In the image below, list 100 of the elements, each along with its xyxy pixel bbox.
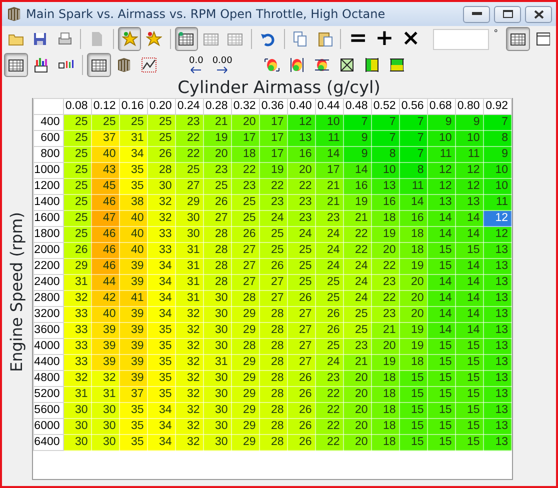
table-cell[interactable]: 27 xyxy=(259,274,288,290)
table-cell[interactable]: 43 xyxy=(91,162,120,178)
table-cell[interactable]: 25 xyxy=(63,194,92,210)
table-cell[interactable]: 9 xyxy=(455,114,484,130)
table-cell[interactable]: 12 xyxy=(483,210,512,226)
table-cell[interactable]: 25 xyxy=(259,226,288,242)
table-cell[interactable]: 38 xyxy=(119,194,148,210)
table-cell[interactable]: 15 xyxy=(455,402,484,418)
table-cell[interactable]: 22 xyxy=(231,162,260,178)
table-cell[interactable]: 22 xyxy=(371,290,400,306)
table-cell[interactable]: 13 xyxy=(483,290,512,306)
table-cell[interactable]: 26 xyxy=(287,434,316,450)
table-cell[interactable]: 30 xyxy=(203,402,232,418)
table-cell[interactable]: 21 xyxy=(343,354,372,370)
table-cell[interactable]: 12 xyxy=(483,226,512,242)
table-cell[interactable]: 22 xyxy=(175,130,204,146)
table-cell[interactable]: 25 xyxy=(63,226,92,242)
table-cell[interactable]: 19 xyxy=(371,354,400,370)
table-cell[interactable]: 30 xyxy=(91,418,120,434)
table-cell[interactable]: 30 xyxy=(63,418,92,434)
table-cell[interactable]: 29 xyxy=(231,354,260,370)
table-cell[interactable]: 27 xyxy=(287,322,316,338)
table-cell[interactable]: 23 xyxy=(203,162,232,178)
table-cell[interactable]: 46 xyxy=(91,242,120,258)
table-cell[interactable]: 15 xyxy=(455,418,484,434)
table-cell[interactable]: 23 xyxy=(371,274,400,290)
table-cell[interactable]: 26 xyxy=(315,306,344,322)
operator-button[interactable]: = xyxy=(345,27,371,51)
table-cell[interactable]: 18 xyxy=(371,370,400,386)
table-cell[interactable]: 27 xyxy=(231,274,260,290)
table-cell[interactable]: 24 xyxy=(343,258,372,274)
table-cell[interactable]: 7 xyxy=(483,114,512,130)
table-cell[interactable]: 16 xyxy=(371,194,400,210)
table-cell[interactable]: 20 xyxy=(399,274,428,290)
table-cell[interactable]: 15 xyxy=(455,354,484,370)
table-cell[interactable]: 26 xyxy=(315,322,344,338)
table-cell[interactable]: 40 xyxy=(91,306,120,322)
table-cell[interactable]: 15 xyxy=(427,370,456,386)
table-cell[interactable]: 29 xyxy=(231,418,260,434)
table-cell[interactable]: 24 xyxy=(259,210,288,226)
table-cell[interactable]: 31 xyxy=(91,386,120,402)
table-cell[interactable]: 23 xyxy=(315,370,344,386)
table-cell[interactable]: 14 xyxy=(455,210,484,226)
table-cell[interactable]: 28 xyxy=(259,386,288,402)
table-cell[interactable]: 18 xyxy=(399,242,428,258)
table-cell[interactable]: 25 xyxy=(63,114,92,130)
table-cell[interactable]: 35 xyxy=(119,178,148,194)
table-cell[interactable]: 32 xyxy=(175,322,204,338)
table-cell[interactable]: 12 xyxy=(287,114,316,130)
table-cell[interactable]: 39 xyxy=(119,370,148,386)
table-cell[interactable]: 13 xyxy=(483,258,512,274)
table-cell[interactable]: 30 xyxy=(203,386,232,402)
table-cell[interactable]: 23 xyxy=(287,210,316,226)
table-cell[interactable]: 25 xyxy=(315,290,344,306)
table-cell[interactable]: 34 xyxy=(147,290,176,306)
table-cell[interactable]: 40 xyxy=(119,226,148,242)
table-cell[interactable]: 27 xyxy=(287,354,316,370)
table-cell[interactable]: 30 xyxy=(203,306,232,322)
table-cell[interactable]: 14 xyxy=(427,210,456,226)
table-cell[interactable]: 25 xyxy=(119,114,148,130)
table-cell[interactable]: 13 xyxy=(483,434,512,450)
table-cell[interactable]: 15 xyxy=(399,434,428,450)
table-cell[interactable]: 22 xyxy=(315,386,344,402)
table-cell[interactable]: 25 xyxy=(231,194,260,210)
table-cell[interactable]: 35 xyxy=(119,162,148,178)
table-cell[interactable]: 23 xyxy=(371,306,400,322)
table-cell[interactable]: 32 xyxy=(175,354,204,370)
table-cell[interactable]: 27 xyxy=(231,258,260,274)
table-cell[interactable]: 30 xyxy=(203,322,232,338)
table-cell[interactable]: 14 xyxy=(455,274,484,290)
table-cell[interactable]: 9 xyxy=(343,130,372,146)
table-cell[interactable]: 35 xyxy=(119,434,148,450)
table-cell[interactable]: 26 xyxy=(287,290,316,306)
table-cell[interactable]: 22 xyxy=(175,146,204,162)
table-cell[interactable]: 24 xyxy=(287,226,316,242)
table-cell[interactable]: 25 xyxy=(147,114,176,130)
table-cell[interactable]: 39 xyxy=(119,258,148,274)
table-cell[interactable]: 21 xyxy=(203,114,232,130)
table-cell[interactable]: 42 xyxy=(91,290,120,306)
table-cell[interactable]: 22 xyxy=(315,402,344,418)
table-cell[interactable]: 32 xyxy=(147,210,176,226)
table-cell[interactable]: 35 xyxy=(119,418,148,434)
table-cell[interactable]: 31 xyxy=(119,130,148,146)
table-cell[interactable]: 29 xyxy=(231,322,260,338)
table-cell[interactable]: 20 xyxy=(343,402,372,418)
table-cell[interactable]: 14 xyxy=(427,290,456,306)
table-cell[interactable]: 28 xyxy=(231,338,260,354)
table-cell[interactable]: 26 xyxy=(287,402,316,418)
table-cell[interactable]: 16 xyxy=(343,178,372,194)
table-cell[interactable]: 24 xyxy=(315,354,344,370)
table-cell[interactable]: 28 xyxy=(259,338,288,354)
toolbar-button[interactable] xyxy=(174,27,198,51)
table-cell[interactable]: 19 xyxy=(399,338,428,354)
table-cell[interactable]: 21 xyxy=(315,194,344,210)
table-cell[interactable]: 26 xyxy=(287,386,316,402)
table-cell[interactable]: 20 xyxy=(287,162,316,178)
table-cell[interactable]: 13 xyxy=(483,322,512,338)
table-cell[interactable]: 45 xyxy=(91,178,120,194)
table-cell[interactable]: 12 xyxy=(427,178,456,194)
table-cell[interactable]: 28 xyxy=(259,434,288,450)
